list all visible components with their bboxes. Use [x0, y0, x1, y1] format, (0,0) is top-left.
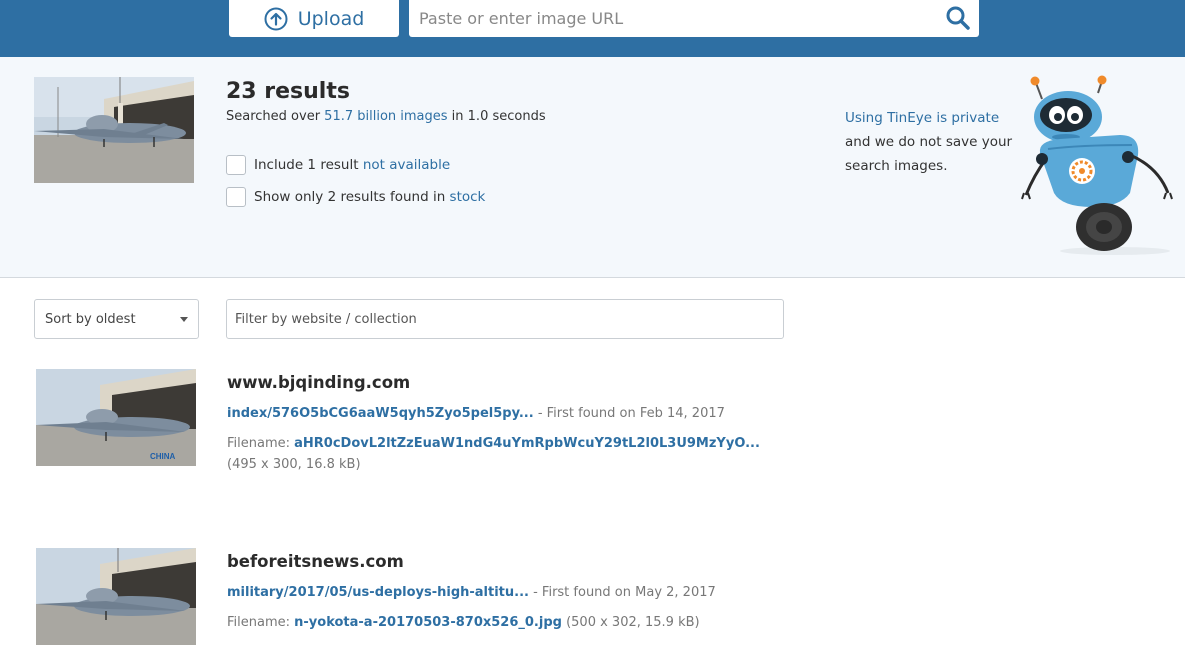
china-watermark: CHINA	[150, 452, 176, 461]
search-stats: Searched over 51.7 billion images in 1.0…	[226, 109, 546, 124]
image-url-input[interactable]	[409, 0, 929, 37]
stock-only-checkbox[interactable]	[226, 187, 246, 207]
stock-link[interactable]: stock	[450, 189, 486, 205]
tineye-robot-mascot	[1021, 75, 1173, 255]
result-filename-line: Filename: n-yokota-a-20170503-870x526_0.…	[227, 615, 700, 630]
result-thumbnail[interactable]: CHINA	[36, 369, 196, 466]
image-count-link[interactable]: 51.7 billion images	[324, 109, 447, 124]
top-bar: Upload	[0, 0, 1185, 57]
privacy-note: Using TinEye is private and we do not sa…	[845, 106, 1015, 178]
result-thumbnail[interactable]	[36, 548, 196, 645]
query-image-thumbnail	[34, 77, 194, 183]
upload-arrow-icon	[264, 7, 288, 30]
filename-label: Filename:	[227, 615, 295, 630]
result-domain-link[interactable]: beforeitsnews.com	[227, 552, 404, 571]
result-filename-link[interactable]: n-yokota-a-20170503-870x526_0.jpg	[294, 615, 562, 630]
result-filename-line: Filename: aHR0cDovL2ltZzEuaW1ndG4uYmRpbW…	[227, 436, 760, 451]
privacy-link[interactable]: Using TinEye is private	[845, 110, 999, 126]
url-search-box	[409, 0, 979, 37]
result-details: (500 x 302, 15.9 kB)	[561, 615, 700, 630]
privacy-text: and we do not save your search images.	[845, 134, 1013, 174]
search-stats-suffix: in 1.0 seconds	[447, 109, 546, 124]
filename-label: Filename:	[227, 436, 295, 451]
result-filename-link[interactable]: aHR0cDovL2ltZzEuaW1ndG4uYmRpbWcuY29tL2l0…	[294, 436, 760, 451]
stock-only-label: Show only 2 results found in	[254, 189, 450, 205]
filter-input[interactable]	[226, 299, 784, 339]
search-stats-prefix: Searched over	[226, 109, 325, 124]
sort-dropdown[interactable]: Sort by oldest	[34, 299, 199, 339]
results-count: 23 results	[226, 79, 350, 104]
include-unavailable-option[interactable]: Include 1 result not available	[226, 155, 450, 175]
sort-value: Sort by oldest	[45, 311, 136, 327]
results-summary-panel: 23 results Searched over 51.7 billion im…	[0, 57, 1185, 278]
search-icon[interactable]	[945, 5, 971, 31]
first-found-text: - First found on Feb 14, 2017	[533, 406, 725, 421]
include-unavailable-checkbox[interactable]	[226, 155, 246, 175]
upload-button[interactable]: Upload	[229, 0, 399, 37]
include-unavailable-label: Include 1 result	[254, 157, 363, 173]
chevron-down-icon	[180, 317, 188, 322]
result-path-link[interactable]: military/2017/05/us-deploys-high-altitu.…	[227, 585, 529, 600]
result-domain-link[interactable]: www.bjqinding.com	[227, 373, 410, 392]
result-path-link[interactable]: index/576O5bCG6aaW5qyh5Zyo5pel5py...	[227, 406, 534, 421]
upload-label: Upload	[297, 7, 365, 30]
first-found-text: - First found on May 2, 2017	[528, 585, 716, 600]
result-details: (495 x 300, 16.8 kB)	[227, 457, 361, 472]
not-available-link[interactable]: not available	[363, 157, 450, 173]
result-path-line: military/2017/05/us-deploys-high-altitu.…	[227, 585, 716, 600]
result-path-line: index/576O5bCG6aaW5qyh5Zyo5pel5py... - F…	[227, 406, 725, 421]
stock-only-option[interactable]: Show only 2 results found in stock	[226, 187, 485, 207]
